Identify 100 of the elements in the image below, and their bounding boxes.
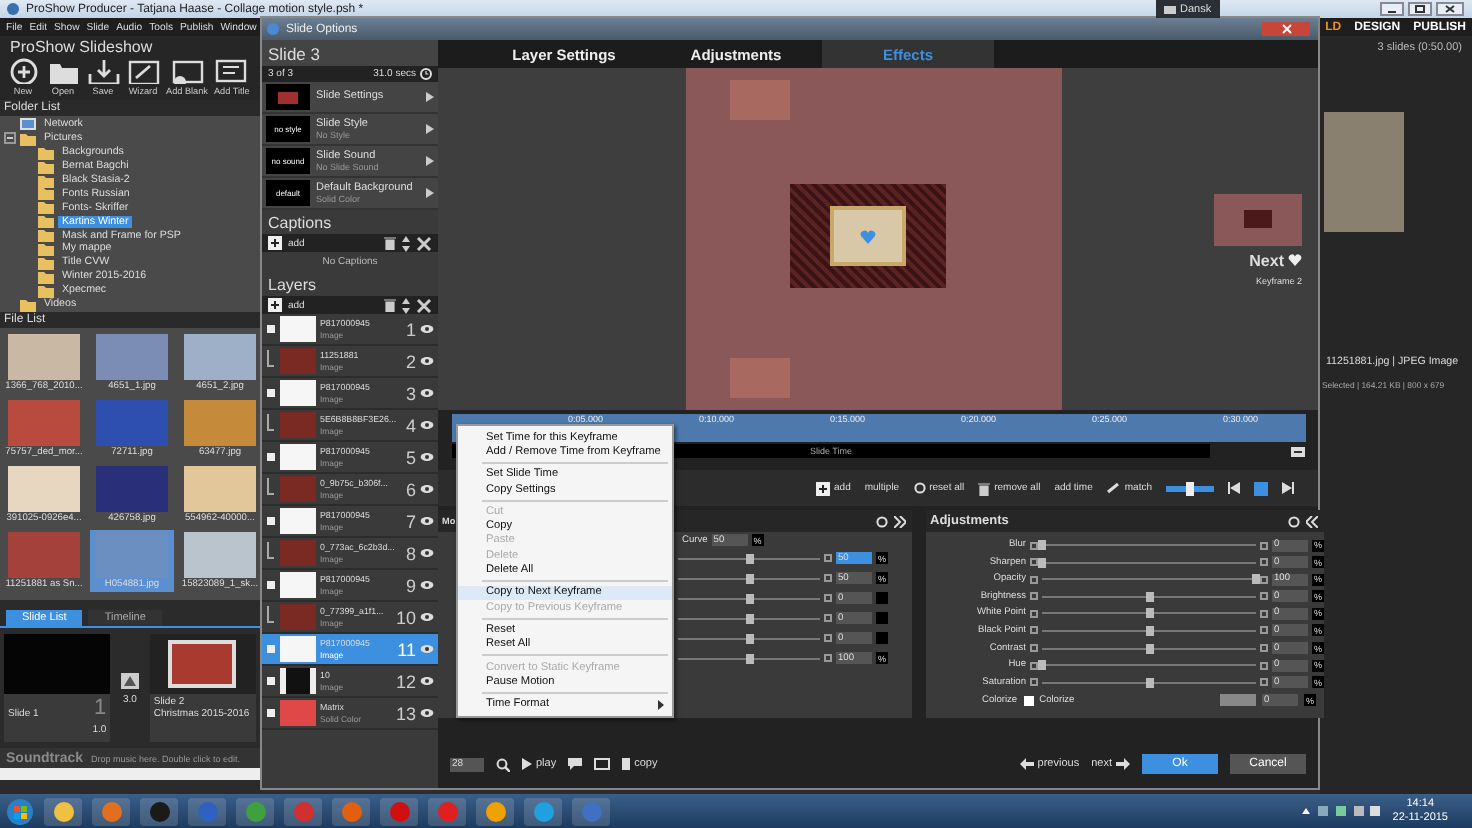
checkbox-icon[interactable]	[824, 634, 832, 642]
checkbox-icon[interactable]	[1260, 661, 1268, 670]
checkbox-icon[interactable]	[1030, 575, 1038, 584]
maximize-icon[interactable]	[1408, 2, 1432, 16]
checkbox-icon[interactable]	[1030, 678, 1038, 687]
checkbox-icon[interactable]	[1260, 609, 1268, 618]
checkbox-icon[interactable]	[1260, 644, 1268, 653]
checkbox-icon[interactable]	[824, 654, 832, 662]
link-line-icon	[266, 349, 276, 373]
checkbox-icon[interactable]	[266, 324, 276, 334]
collapse-icon[interactable]	[1306, 515, 1318, 527]
app-icon[interactable]	[140, 797, 178, 825]
checkbox-icon[interactable]	[1260, 558, 1268, 567]
plus-icon[interactable]	[816, 481, 831, 495]
comment-icon[interactable]	[568, 758, 583, 770]
slider-thumb[interactable]	[745, 653, 753, 663]
slider-thumb[interactable]	[1038, 557, 1046, 568]
trash-icon[interactable]	[384, 298, 396, 312]
photo-placeholder	[266, 84, 310, 110]
transition-icon[interactable]	[120, 671, 140, 689]
slider-thumb[interactable]	[1145, 643, 1153, 654]
checkbox-icon[interactable]	[266, 388, 276, 398]
checkbox-icon[interactable]	[1260, 592, 1268, 601]
trash-icon[interactable]	[384, 236, 396, 250]
start-orb-icon[interactable]	[6, 797, 34, 825]
tools-icon[interactable]	[416, 297, 432, 313]
hatched-frame[interactable]	[790, 184, 946, 288]
clock-icon[interactable]	[420, 68, 432, 80]
checkbox-icon[interactable]	[1030, 558, 1038, 567]
checkbox-icon[interactable]	[266, 580, 276, 590]
search-icon[interactable]	[496, 757, 510, 771]
checkbox-icon[interactable]	[824, 594, 832, 602]
slider-thumb[interactable]	[745, 553, 753, 563]
checkbox-icon[interactable]	[1030, 592, 1038, 601]
minimize-icon[interactable]	[1380, 2, 1404, 16]
arrow-right-icon[interactable]	[426, 124, 434, 134]
layer-number: 13	[395, 703, 416, 723]
expand-icon[interactable]	[894, 515, 906, 527]
slider-thumb[interactable]	[745, 613, 753, 623]
plus-icon[interactable]	[268, 236, 282, 250]
next-keyframe-icon[interactable]	[1282, 482, 1294, 494]
reset-icon[interactable]	[876, 515, 888, 527]
checkbox-icon[interactable]	[824, 554, 832, 562]
arrow-right-icon[interactable]	[426, 156, 434, 166]
slider-thumb[interactable]	[1145, 625, 1153, 636]
slider-thumb[interactable]	[1145, 608, 1153, 619]
slider-thumb[interactable]	[1186, 481, 1194, 495]
previous-keyframe-icon[interactable]	[1228, 482, 1240, 494]
tray-icons-icon[interactable]	[1302, 804, 1383, 818]
zoom-slider[interactable]	[1166, 485, 1214, 491]
app-icon[interactable]	[44, 797, 82, 825]
checkbox-icon[interactable]	[1030, 626, 1038, 635]
checkbox[interactable]	[1023, 695, 1034, 706]
checkbox-icon[interactable]	[266, 452, 276, 462]
checkbox-icon[interactable]	[1030, 609, 1038, 618]
checkbox-icon[interactable]	[1030, 541, 1038, 549]
checkbox-icon[interactable]	[266, 516, 276, 526]
move-icon[interactable]	[402, 235, 410, 251]
checkbox-icon[interactable]	[1030, 661, 1038, 670]
blank-thumbnail	[280, 572, 316, 598]
checkbox-icon[interactable]	[1260, 541, 1268, 549]
link-icon	[1106, 482, 1121, 494]
checkbox-icon[interactable]	[1260, 626, 1268, 635]
next-keyframe-preview[interactable]	[1214, 193, 1302, 245]
next-label[interactable]: Next	[1249, 251, 1284, 269]
plus-icon[interactable]	[268, 298, 282, 312]
app-icon[interactable]	[476, 797, 514, 825]
slider-thumb[interactable]	[1145, 591, 1153, 602]
checkbox-icon[interactable]	[824, 574, 832, 582]
reset-icon[interactable]	[1288, 515, 1300, 527]
arrow-right-icon[interactable]	[426, 188, 434, 198]
eye-icon	[420, 612, 434, 622]
slider-thumb[interactable]	[745, 573, 753, 583]
screen-icon[interactable]	[594, 758, 611, 770]
checkbox-icon[interactable]	[266, 676, 276, 686]
checkbox-icon[interactable]	[1260, 575, 1268, 584]
close-icon[interactable]	[1436, 2, 1464, 16]
keyframe-icon[interactable]	[1254, 481, 1268, 495]
scrollbar[interactable]	[0, 768, 260, 780]
checkbox-icon[interactable]	[1030, 644, 1038, 653]
eye-icon	[420, 420, 434, 430]
slider-thumb[interactable]	[1145, 677, 1153, 688]
checkbox-icon[interactable]	[266, 644, 276, 654]
section-title: Layers	[266, 273, 319, 296]
arrow-right-icon[interactable]	[426, 92, 434, 102]
checkbox-icon[interactable]	[1260, 678, 1268, 687]
checkbox-icon[interactable]	[266, 708, 276, 718]
move-icon[interactable]	[402, 297, 410, 313]
close-button[interactable]	[1262, 22, 1310, 36]
slider-thumb[interactable]	[1038, 660, 1046, 671]
slider-thumb[interactable]	[1038, 540, 1046, 550]
slider-thumb[interactable]	[745, 633, 753, 643]
tools-icon[interactable]	[416, 235, 432, 251]
trash-icon[interactable]	[978, 481, 991, 495]
slider-thumb[interactable]	[745, 593, 753, 603]
checkbox-icon[interactable]	[824, 614, 832, 622]
end-marker-icon[interactable]	[1290, 445, 1306, 457]
layer-number: 12	[395, 671, 416, 691]
slider-thumb[interactable]	[1252, 574, 1260, 585]
color-swatch[interactable]	[1220, 694, 1256, 707]
